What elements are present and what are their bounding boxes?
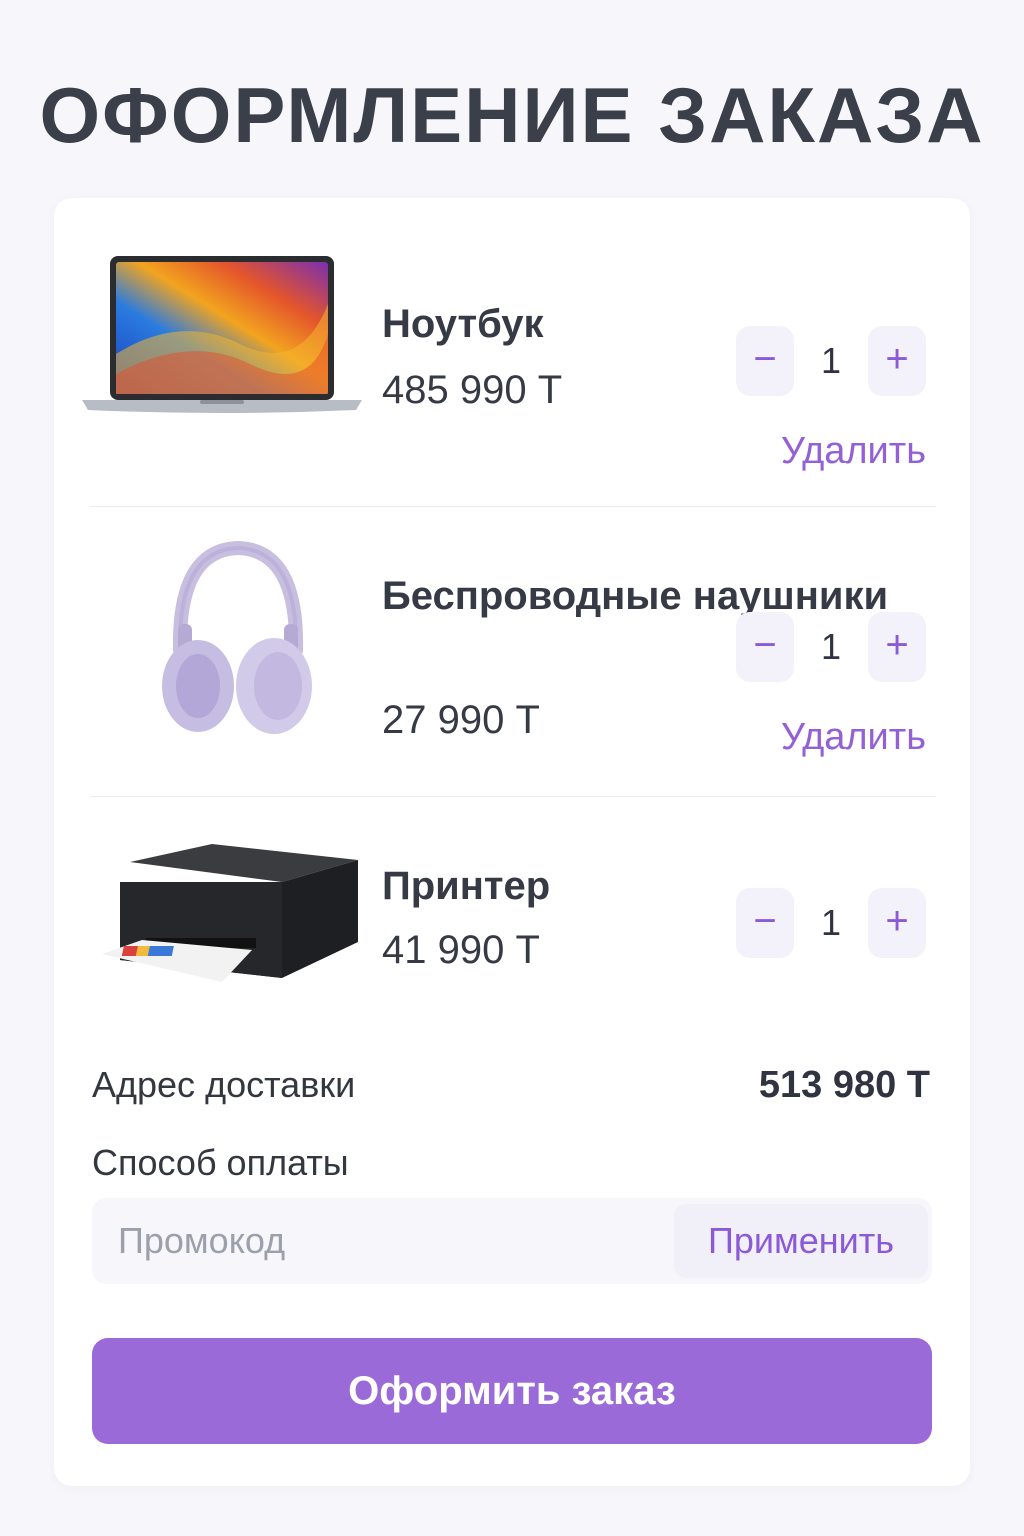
item-name: Ноутбук (382, 302, 544, 346)
divider (90, 796, 936, 797)
order-total: 513 980 Т (758, 1064, 930, 1106)
increase-button[interactable]: + (868, 612, 926, 682)
remove-item-link[interactable]: Удалить (781, 716, 926, 759)
place-order-button[interactable]: Оформить заказ (92, 1338, 932, 1444)
increase-button[interactable]: + (868, 326, 926, 396)
printer-image (102, 842, 362, 988)
increase-button[interactable]: + (868, 888, 926, 958)
promo-code-input[interactable] (92, 1198, 670, 1284)
quantity-stepper: − 1 + (736, 888, 928, 958)
headphones-image (158, 540, 318, 736)
decrease-button[interactable]: − (736, 888, 794, 958)
item-price: 485 990 Т (382, 368, 563, 412)
delivery-address-label[interactable]: Адрес доставки (92, 1064, 355, 1106)
promo-code-box: Применить (92, 1198, 932, 1284)
item-price: 27 990 Т (382, 698, 540, 742)
quantity-stepper: − 1 + (736, 612, 928, 682)
quantity-value: 1 (820, 340, 842, 381)
apply-promo-button[interactable]: Применить (674, 1204, 928, 1278)
quantity-value: 1 (820, 626, 842, 667)
remove-item-link[interactable]: Удалить (781, 430, 926, 473)
item-price: 41 990 Т (382, 928, 540, 972)
order-card: Ноутбук 485 990 Т − 1 + Удалить Беспрово… (54, 198, 970, 1486)
quantity-stepper: − 1 + (736, 326, 928, 396)
laptop-image (80, 254, 364, 418)
payment-method-label[interactable]: Способ оплаты (92, 1142, 349, 1184)
item-name: Принтер (382, 864, 551, 908)
decrease-button[interactable]: − (736, 612, 794, 682)
page-title: ОФОРМЛЕНИЕ ЗАКАЗА (39, 71, 985, 159)
decrease-button[interactable]: − (736, 326, 794, 396)
divider (90, 506, 936, 507)
quantity-value: 1 (820, 902, 842, 943)
